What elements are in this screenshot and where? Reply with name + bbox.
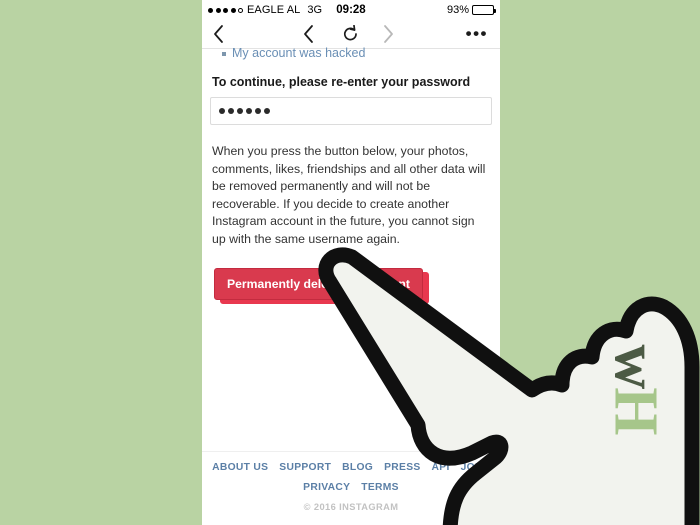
footer-link-jobs[interactable]: JOBS bbox=[461, 462, 490, 473]
nav-back-icon[interactable] bbox=[302, 24, 315, 44]
nav-forward-icon bbox=[382, 24, 395, 44]
footer-link-api[interactable]: API bbox=[432, 462, 450, 473]
password-masked-value bbox=[219, 108, 270, 114]
more-ellipsis-icon[interactable]: ••• bbox=[466, 25, 488, 42]
back-edge-icon[interactable] bbox=[212, 24, 225, 44]
battery-icon bbox=[472, 5, 496, 15]
status-bar: EAGLE AL 3G 09:28 93% bbox=[202, 0, 500, 20]
watermark: wH bbox=[601, 344, 670, 434]
screenshot-stage: EAGLE AL 3G 09:28 93% ••• My account was… bbox=[0, 0, 700, 525]
delete-button-area: Permanently delete my account Permanentl… bbox=[210, 268, 492, 304]
footer-link-press[interactable]: PRESS bbox=[384, 462, 420, 473]
footer-links-row-1: ABOUT US SUPPORT BLOG PRESS API JOBS bbox=[202, 462, 500, 473]
delete-account-button[interactable]: Permanently delete my account bbox=[214, 268, 423, 300]
deletion-warning-text: When you press the button below, your ph… bbox=[212, 144, 486, 246]
reload-icon[interactable] bbox=[342, 25, 359, 43]
footer-links-row-2: PRIVACY TERMS bbox=[202, 482, 500, 493]
password-prompt-label: To continue, please re-enter your passwo… bbox=[212, 75, 471, 89]
phone-screen: EAGLE AL 3G 09:28 93% ••• My account was… bbox=[202, 0, 500, 525]
watermark-w: w bbox=[601, 344, 670, 388]
footer-link-terms[interactable]: TERMS bbox=[361, 482, 399, 493]
reason-link-hacked[interactable]: My account was hacked bbox=[232, 45, 365, 61]
footer-link-privacy[interactable]: PRIVACY bbox=[303, 482, 350, 493]
battery-percent-label: 93% bbox=[446, 4, 469, 16]
page-content: My account was hacked To continue, pleas… bbox=[202, 45, 500, 522]
site-footer: ABOUT US SUPPORT BLOG PRESS API JOBS PRI… bbox=[202, 451, 500, 512]
footer-link-blog[interactable]: BLOG bbox=[342, 462, 373, 473]
reason-list-item: My account was hacked bbox=[210, 45, 492, 61]
watermark-h: H bbox=[601, 387, 670, 434]
bullet-square-icon bbox=[222, 52, 226, 56]
footer-link-about-us[interactable]: ABOUT US bbox=[212, 462, 268, 473]
footer-link-support[interactable]: SUPPORT bbox=[279, 462, 331, 473]
copyright-notice: © 2016 INSTAGRAM bbox=[303, 502, 399, 512]
password-input[interactable] bbox=[210, 97, 492, 125]
status-bar-right: 93% bbox=[446, 4, 496, 16]
